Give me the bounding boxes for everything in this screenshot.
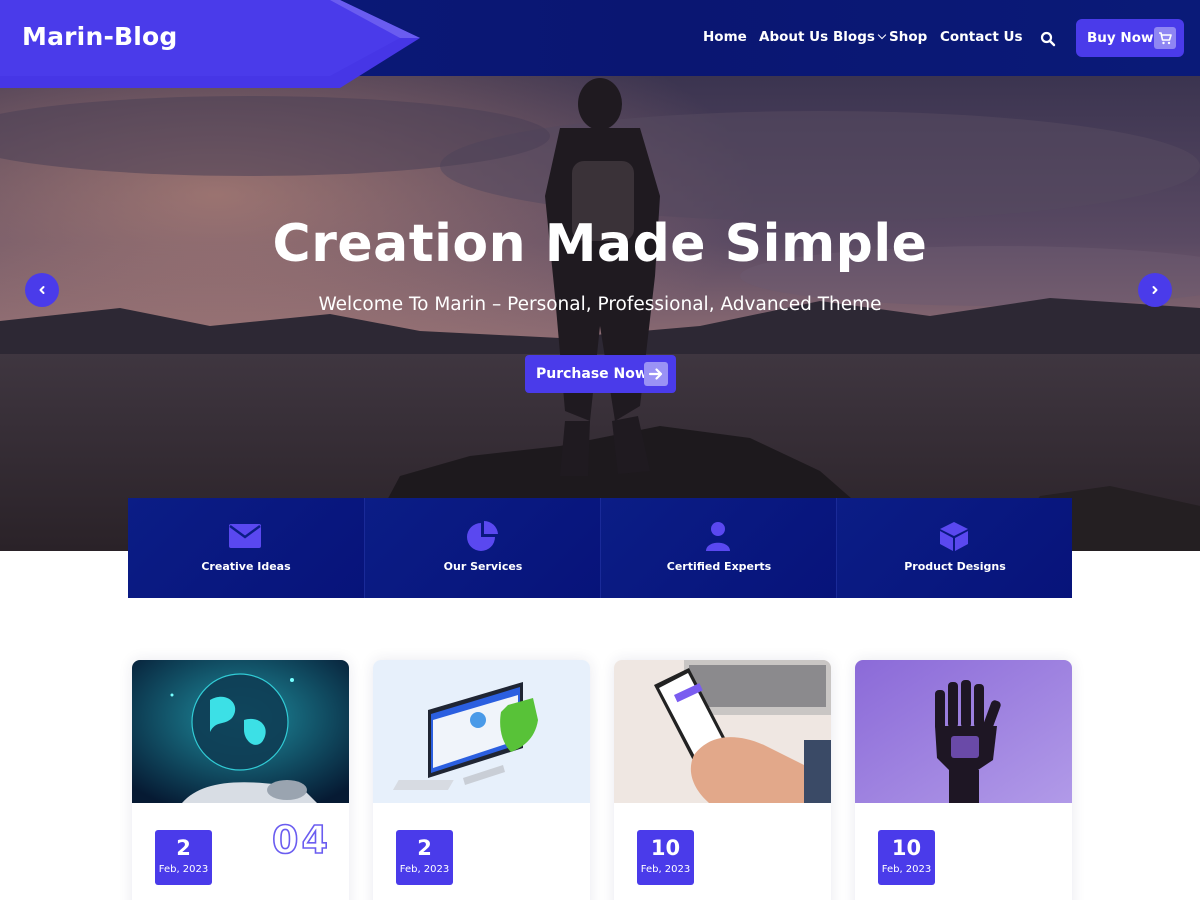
post-date-day: 10 <box>891 836 922 860</box>
feature-certified-experts[interactable]: Certified Experts <box>600 498 836 598</box>
post-card: 10 Feb, 2023 <box>614 660 831 900</box>
post-date-badge[interactable]: 2 Feb, 2023 <box>155 830 212 885</box>
nav-home-label: Home <box>703 29 747 45</box>
computer-security-shield-image <box>373 660 590 803</box>
post-date-badge[interactable]: 10 Feb, 2023 <box>637 830 694 885</box>
post-date-day: 2 <box>176 836 191 860</box>
chevron-right-icon <box>1152 286 1158 294</box>
cart-icon <box>1154 27 1176 49</box>
nav-shop[interactable]: Shop <box>889 29 927 45</box>
post-thumbnail[interactable] <box>373 660 590 803</box>
post-date-month: Feb, 2023 <box>399 864 450 875</box>
post-date-day: 2 <box>417 836 432 860</box>
chevron-left-icon <box>39 286 45 294</box>
post-date-badge[interactable]: 2 Feb, 2023 <box>396 830 453 885</box>
buy-now-label: Buy Now <box>1087 30 1154 46</box>
robotic-hand-image <box>855 660 1072 803</box>
chevron-down-icon <box>877 30 887 40</box>
pie-chart-icon <box>467 520 498 551</box>
feature-label: Creative Ideas <box>201 560 291 573</box>
nav-contact-us-label: Contact Us <box>940 29 1023 45</box>
post-date-badge[interactable]: 10 Feb, 2023 <box>878 830 935 885</box>
post-thumbnail[interactable] <box>855 660 1072 803</box>
globe-robot-hand-image <box>132 660 349 803</box>
post-thumbnail[interactable] <box>132 660 349 803</box>
feature-our-services[interactable]: Our Services <box>364 498 600 598</box>
hero-subtitle: Welcome To Marin – Personal, Professiona… <box>318 294 882 315</box>
slider-prev-button[interactable] <box>25 273 59 307</box>
slider-next-button[interactable] <box>1138 273 1172 307</box>
post-card: 2 Feb, 2023 <box>373 660 590 900</box>
post-date-month: Feb, 2023 <box>640 864 691 875</box>
site-logo[interactable]: Marin-Blog <box>22 22 178 51</box>
posts-grid: 2 Feb, 2023 04 2 Feb, 2023 10 Feb, 2023 … <box>0 660 1200 900</box>
purchase-now-button[interactable]: Purchase Now <box>525 355 676 393</box>
feature-label: Certified Experts <box>666 560 772 573</box>
feature-product-designs[interactable]: Product Designs <box>836 498 1072 598</box>
post-date-day: 10 <box>650 836 681 860</box>
feature-creative-ideas[interactable]: Creative Ideas <box>128 498 364 598</box>
buy-now-button[interactable]: Buy Now <box>1076 19 1184 57</box>
nav-blogs[interactable]: Blogs <box>833 29 887 45</box>
feature-label: Our Services <box>443 560 523 573</box>
post-number: 04 <box>271 817 331 863</box>
envelope-icon <box>229 524 261 548</box>
post-thumbnail[interactable] <box>614 660 831 803</box>
purchase-now-label: Purchase Now <box>536 366 648 382</box>
user-icon <box>706 522 730 551</box>
search-icon[interactable] <box>1040 31 1056 47</box>
post-card: 10 Feb, 2023 <box>855 660 1072 900</box>
features-strip: Creative Ideas Our Services Certified Ex… <box>128 498 1072 598</box>
feature-label: Product Designs <box>904 560 1006 573</box>
nav-blogs-label: Blogs <box>833 29 875 45</box>
post-date-month: Feb, 2023 <box>881 864 932 875</box>
nav-shop-label: Shop <box>889 29 928 45</box>
site-header: Marin-Blog Home About Us Blogs Shop Cont… <box>0 0 1200 88</box>
logo-banner: Marin-Blog <box>0 0 420 88</box>
nav-home[interactable]: Home <box>703 29 747 45</box>
nav-contact-us[interactable]: Contact Us <box>940 29 1023 45</box>
post-card: 2 Feb, 2023 04 <box>132 660 349 900</box>
hero-slider: Creation Made Simple Welcome To Marin – … <box>0 76 1200 551</box>
arrow-right-icon <box>644 362 668 386</box>
hero-title: Creation Made Simple <box>272 214 928 274</box>
cube-icon <box>940 522 968 551</box>
post-date-month: Feb, 2023 <box>158 864 209 875</box>
nav-about-us-label: About Us <box>759 29 829 45</box>
nav-about-us[interactable]: About Us <box>759 29 828 45</box>
hand-holding-phone-image <box>614 660 831 803</box>
